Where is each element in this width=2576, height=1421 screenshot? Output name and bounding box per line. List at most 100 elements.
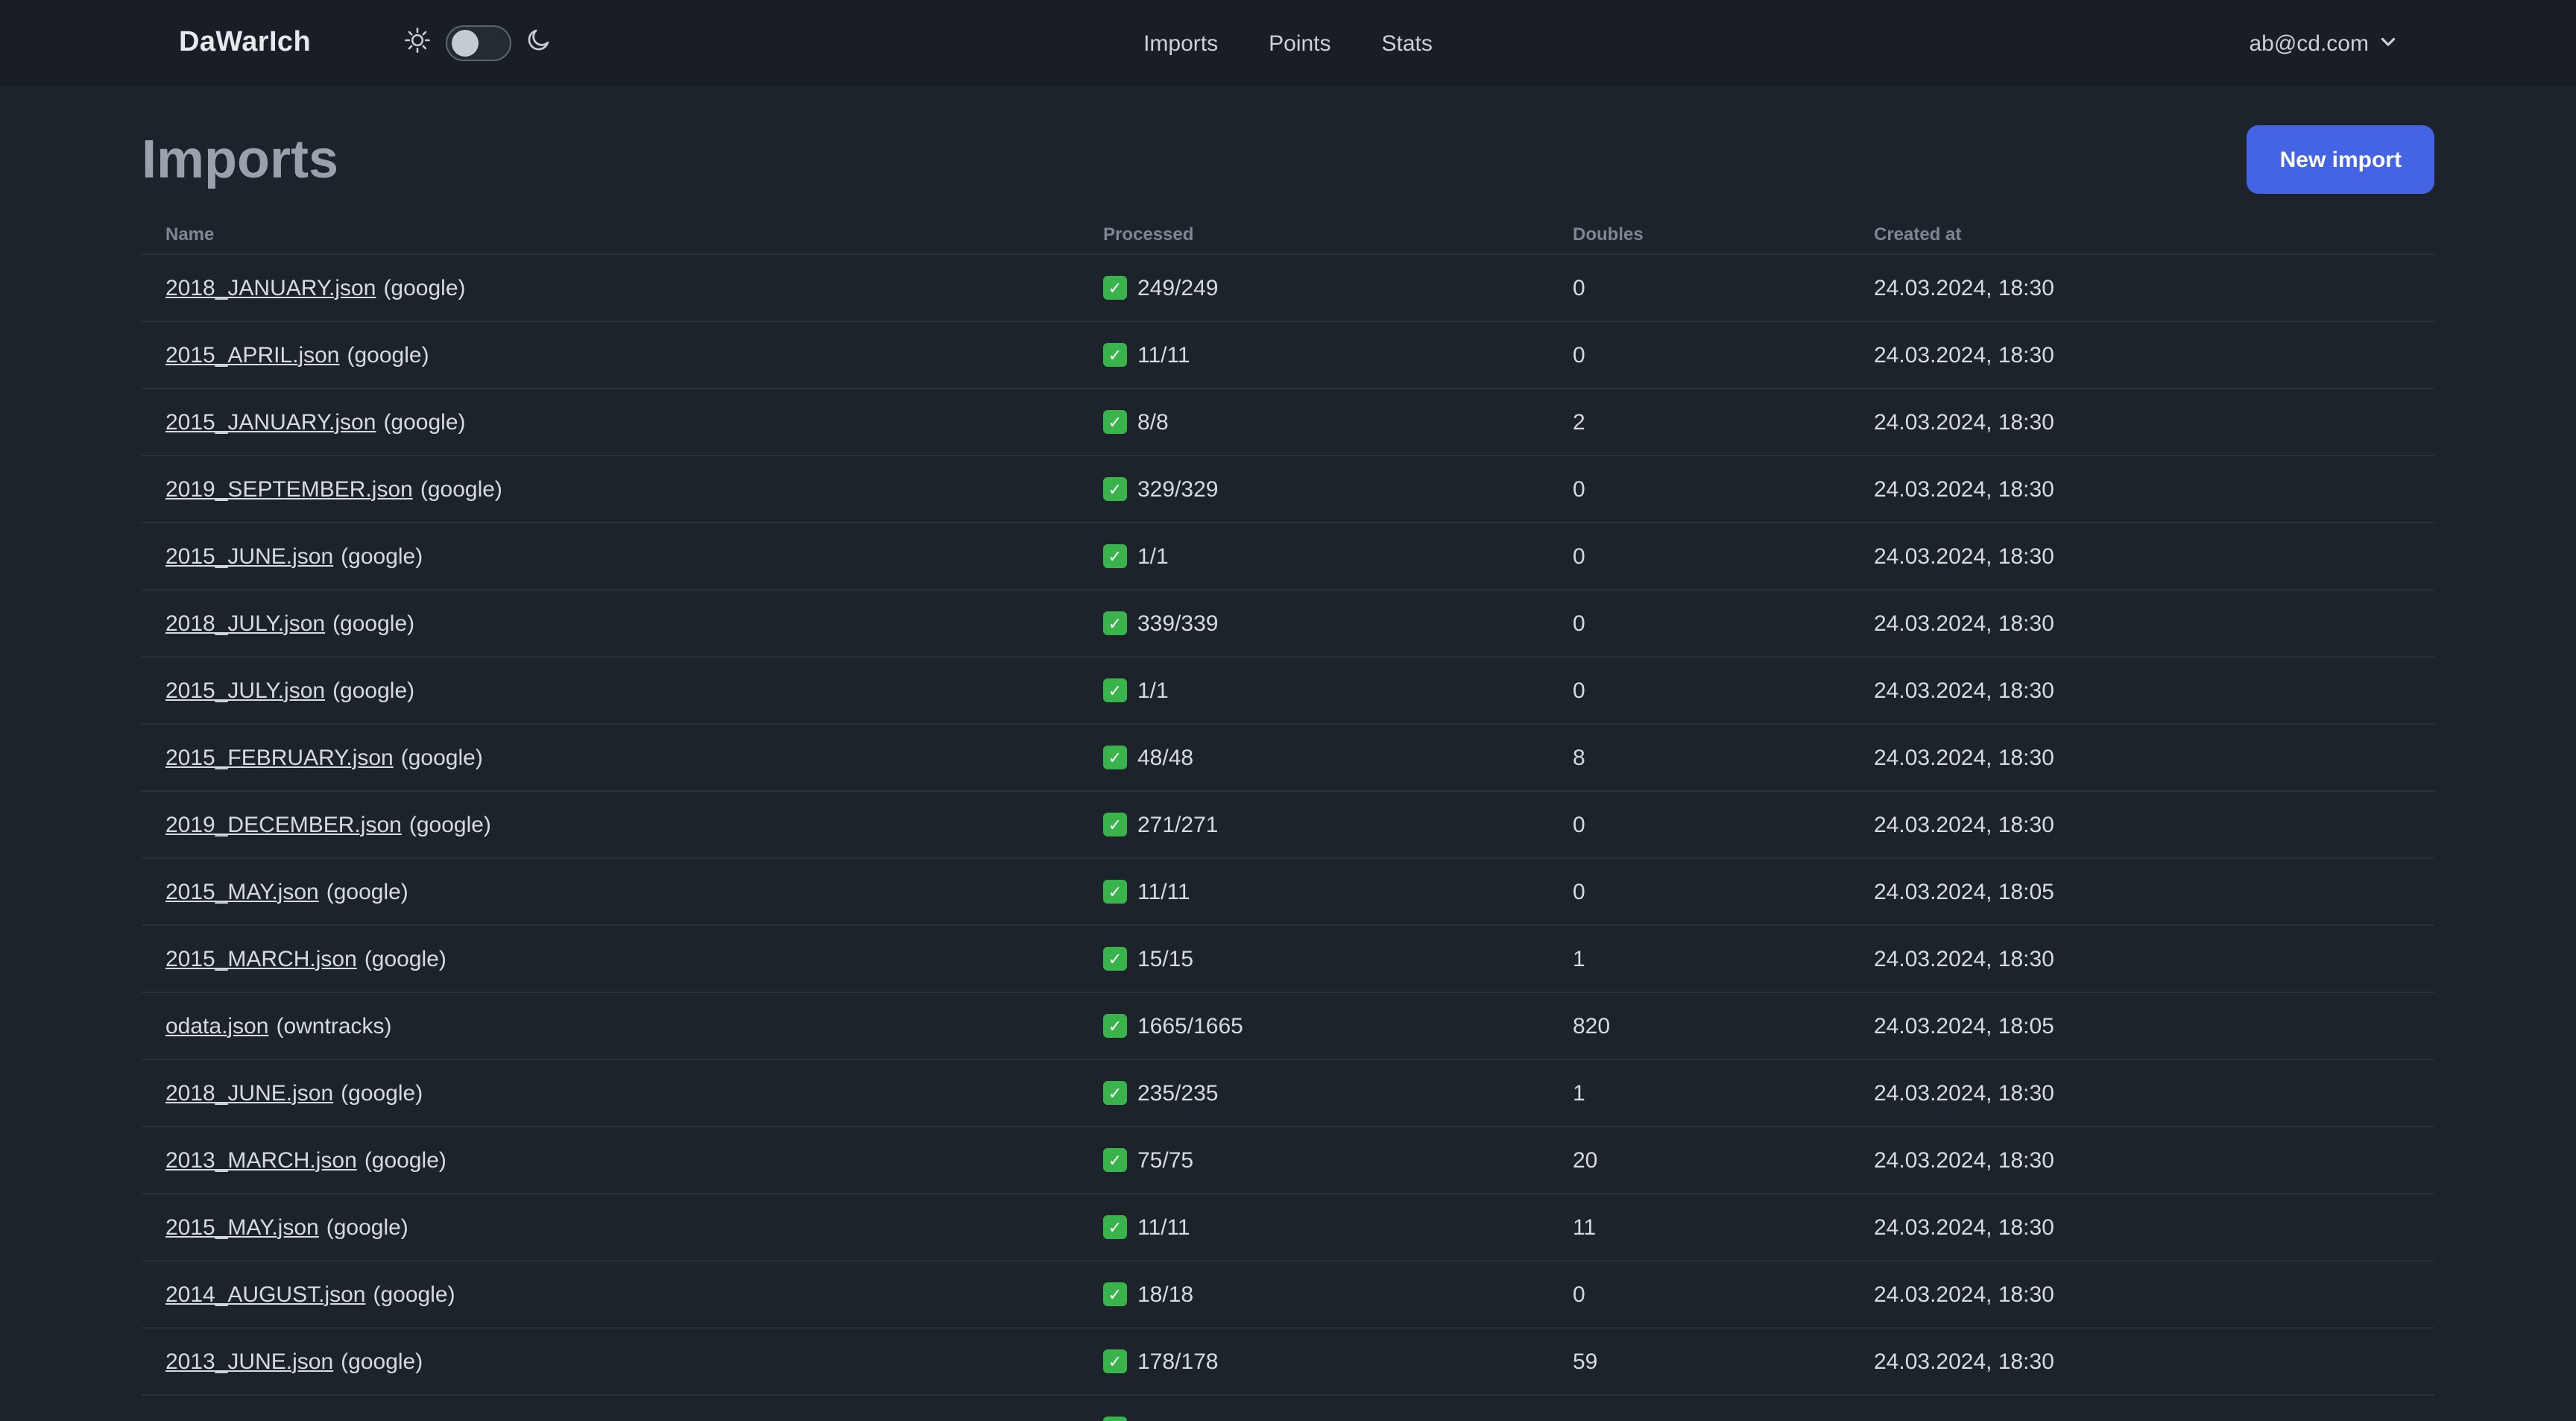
import-file-link[interactable]: 2018_JUNE.json — [165, 1080, 333, 1106]
processed-count: 329/329 — [1137, 476, 1219, 502]
import-file-link[interactable]: 2015_FEBRUARY.json — [165, 745, 394, 770]
check-icon: ✓ — [1103, 1349, 1127, 1373]
created-at-cell: 24.03.2024, 18:30 — [1874, 611, 2054, 636]
import-file-link[interactable]: 2015_JANUARY.json — [165, 409, 376, 435]
account-menu[interactable]: ab@cd.com — [2249, 31, 2397, 56]
theme-toggle[interactable] — [403, 25, 551, 61]
created-at-cell: 24.03.2024, 18:30 — [1874, 1214, 2054, 1240]
doubles-cell: 2 — [1573, 409, 1585, 435]
processed-count: 18/18 — [1137, 1282, 1194, 1307]
processed-cell: ✓ 1/1 — [1079, 543, 1549, 569]
processed-count: 11/11 — [1137, 342, 1190, 368]
created-at-cell: 24.03.2024, 18:30 — [1874, 275, 2054, 300]
nav-link-imports[interactable]: Imports — [1143, 31, 1218, 56]
import-source: (google) — [373, 1282, 455, 1307]
created-at-cell: 24.03.2024, 18:30 — [1874, 476, 2054, 502]
processed-count: 48/48 — [1137, 745, 1194, 770]
import-source: (google) — [332, 611, 415, 636]
created-at-cell: 24.03.2024, 18:30 — [1874, 1080, 2054, 1106]
name-cell: 2015_MAY.json (google) — [142, 879, 1079, 904]
doubles-cell: 0 — [1573, 476, 1585, 502]
processed-count: 339/339 — [1137, 611, 1219, 636]
import-source: (google) — [326, 1214, 408, 1240]
import-file-link[interactable]: 2015_MARCH.json — [165, 946, 357, 971]
processed-count: 271/271 — [1137, 812, 1219, 837]
import-file-link[interactable]: 2018_JULY.json — [165, 611, 325, 636]
processed-cell: ✓ 11/11 — [1079, 342, 1549, 368]
import-file-link[interactable]: 2015_JULY.json — [165, 678, 325, 703]
navbar-right: ab@cd.com — [2249, 31, 2397, 56]
import-file-link[interactable]: odata.json — [165, 1013, 268, 1039]
table-row: 2015_MAY.json (google) ✓ 11/11 0 24.03.2… — [142, 857, 2434, 924]
import-file-link[interactable]: 2018_JANUARY.json — [165, 275, 376, 300]
created-at-cell: 24.03.2024, 18:30 — [1874, 1147, 2054, 1173]
processed-count: 235/235 — [1137, 1080, 1219, 1106]
nav-link-stats[interactable]: Stats — [1382, 31, 1433, 56]
import-source: (google) — [383, 275, 466, 300]
check-icon: ✓ — [1103, 1282, 1127, 1306]
name-cell: 2015_MAY.json (google) — [142, 1214, 1079, 1240]
import-file-link[interactable]: 2013_MARCH.json — [165, 1147, 357, 1173]
table-row: 2018_JUNE.json (google) ✓ 235/235 1 24.0… — [142, 1059, 2434, 1126]
nav-link-points[interactable]: Points — [1269, 31, 1330, 56]
table-row: 2015_JUNE.json (google) ✓ 1/1 0 24.03.20… — [142, 522, 2434, 589]
doubles-cell: 0 — [1573, 678, 1585, 703]
import-file-link[interactable]: 2019_DECEMBER.json — [165, 812, 402, 837]
created-at-cell: 24.03.2024, 18:30 — [1874, 342, 2054, 368]
check-icon: ✓ — [1103, 678, 1127, 702]
import-file-link[interactable]: 2015_APRIL.json — [165, 342, 340, 368]
import-source: (google) — [347, 342, 429, 368]
doubles-cell: 59 — [1573, 1349, 1598, 1374]
processed-cell: ✓ 11/11 — [1079, 1214, 1549, 1240]
processed-cell: ✓ 329/329 — [1079, 476, 1549, 502]
processed-cell: ✓ 75/75 — [1079, 1147, 1549, 1173]
import-file-link[interactable]: 2013_JUNE.json — [165, 1349, 333, 1374]
processed-cell: ✓ 1/1 — [1079, 678, 1549, 703]
name-cell: 2013_MARCH.json (google) — [142, 1147, 1079, 1173]
check-icon: ✓ — [1103, 611, 1127, 635]
processed-count: 1665/1665 — [1137, 1013, 1243, 1039]
table-row: 2018_JANUARY.json (google) ✓ 249/249 0 2… — [142, 253, 2434, 321]
doubles-cell: 11 — [1573, 1214, 1597, 1240]
import-file-link[interactable]: 2014_AUGUST.json — [165, 1282, 366, 1307]
check-icon: ✓ — [1103, 947, 1127, 971]
moon-icon — [525, 27, 551, 60]
new-import-button[interactable]: New import — [2247, 125, 2434, 194]
processed-cell: ✓ 178/178 — [1079, 1349, 1549, 1374]
processed-cell: ✓ 48/48 — [1079, 745, 1549, 770]
created-at-cell: 24.03.2024, 18:05 — [1874, 1013, 2054, 1039]
table-row: odata.json (owntracks) ✓ 1665/1665 820 2… — [142, 992, 2434, 1059]
name-cell: 2013_JUNE.json (google) — [142, 1349, 1079, 1374]
check-icon: ✓ — [1103, 477, 1127, 501]
imports-table-body: 2018_JANUARY.json (google) ✓ 249/249 0 2… — [142, 253, 2434, 1421]
doubles-cell: 820 — [1573, 1013, 1611, 1039]
doubles-cell: 20 — [1573, 1147, 1598, 1173]
check-icon: ✓ — [1103, 1014, 1127, 1038]
import-source: (google) — [341, 1349, 423, 1374]
app-logo[interactable]: DaWarIch — [179, 27, 311, 60]
doubles-cell: 0 — [1573, 611, 1585, 636]
name-cell: 2018_JUNE.json (google) — [142, 1080, 1079, 1106]
theme-switch[interactable] — [445, 25, 511, 61]
doubles-cell: 8 — [1573, 745, 1585, 770]
sun-icon — [403, 26, 430, 60]
table-row: 2013_MARCH.json (google) ✓ 75/75 20 24.0… — [142, 1126, 2434, 1193]
import-file-link[interactable]: 2015_JUNE.json — [165, 543, 333, 569]
import-file-link[interactable]: 2015_MAY.json — [165, 1214, 319, 1240]
import-file-link[interactable]: 2015_MAY.json — [165, 879, 319, 904]
name-cell: 2015_JANUARY.json (google) — [142, 409, 1079, 435]
processed-cell: ✓ 1665/1665 — [1079, 1013, 1549, 1039]
created-at-cell: 24.03.2024, 18:30 — [1874, 745, 2054, 770]
processed-cell: ✓ 18/18 — [1079, 1282, 1549, 1307]
import-source: (google) — [400, 745, 483, 770]
doubles-cell: 0 — [1573, 812, 1585, 837]
name-cell: 2015_APRIL.json (google) — [142, 342, 1079, 368]
doubles-cell: 0 — [1573, 543, 1585, 569]
account-email: ab@cd.com — [2249, 31, 2369, 56]
import-source: (google) — [364, 1147, 446, 1173]
processed-count: 15/15 — [1137, 946, 1194, 971]
processed-cell: ✓ 11/11 — [1079, 879, 1549, 904]
processed-count: 1/1 — [1137, 678, 1169, 703]
name-cell: 2014_AUGUST.json (google) — [142, 1282, 1079, 1307]
import-file-link[interactable]: 2019_SEPTEMBER.json — [165, 476, 413, 502]
